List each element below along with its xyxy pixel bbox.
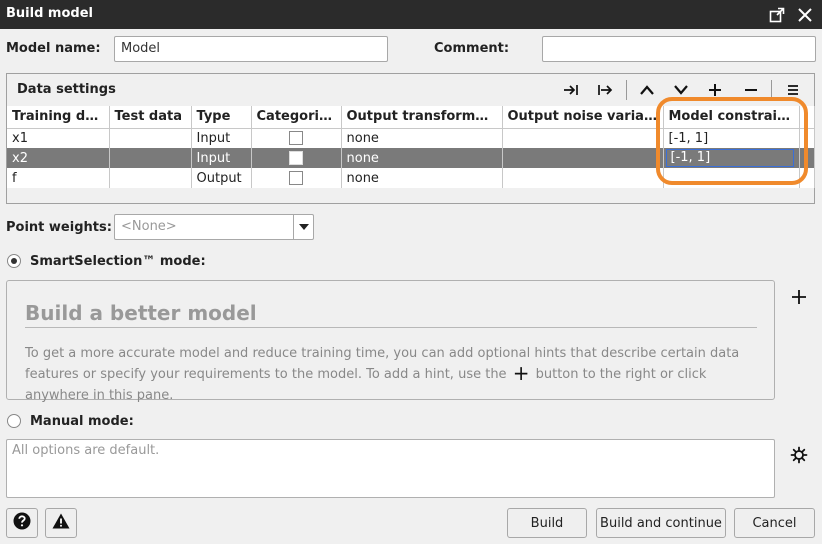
output-transformation-cell[interactable]: none [341,148,503,168]
smart-pane-heading: Build a better model [25,301,257,325]
window-title: Build model [6,6,93,21]
categorical-checkbox[interactable] [289,171,303,185]
model-constraints-cell[interactable]: [-1, 1] [663,148,800,168]
toolbar-separator [626,80,627,100]
categorical-checkbox[interactable] [289,131,303,146]
test-data-cell[interactable] [109,148,192,168]
point-weights-select[interactable]: <None> [114,214,314,240]
add-row-icon[interactable] [703,80,727,100]
column-header[interactable]: Output noise variance [502,106,664,129]
point-weights-label: Point weights: [6,220,112,235]
output-noise-variance-cell[interactable] [502,168,664,188]
point-weights-value: <None> [121,219,177,234]
training-data-cell[interactable]: x1 [7,128,110,148]
manual-mode-label: Manual mode: [30,414,134,429]
column-header[interactable]: Output transformati… [341,106,503,129]
categorical-cell [251,168,342,188]
training-data-cell[interactable]: x2 [7,148,110,168]
column-header[interactable]: Categorical [251,106,342,129]
row-filler [799,168,815,188]
column-header[interactable]: Model constraints [663,106,800,129]
title-bar: Build model [0,0,822,29]
comment-input[interactable] [542,36,816,62]
type-cell[interactable]: Output [191,168,252,188]
categorical-cell [251,148,342,168]
add-hint-plus-icon[interactable] [788,286,810,308]
plus-icon: + [512,361,530,385]
test-data-cell[interactable] [109,168,192,188]
help-button[interactable] [6,508,38,538]
smartselection-hints-pane[interactable]: Build a better model To get a more accur… [6,280,775,403]
type-cell[interactable]: Input [191,148,252,168]
data-settings-title: Data settings [17,82,116,97]
warning-icon [52,513,70,533]
pop-out-icon[interactable] [766,4,788,26]
test-data-cell[interactable] [109,128,192,148]
move-to-start-icon[interactable] [593,80,617,100]
model-name-label: Model name: [6,41,101,56]
table-header-row: Training data Test data Type Categorical… [7,106,815,129]
manual-mode-radio[interactable] [7,414,21,428]
model-constraints-focused[interactable]: [-1, 1] [665,149,794,167]
cancel-button[interactable]: Cancel [734,508,815,538]
move-up-icon[interactable] [635,80,659,100]
training-data-cell[interactable]: f [7,168,110,188]
gear-icon[interactable] [788,444,810,466]
row-filler [799,128,815,148]
build-button[interactable]: Build [507,508,587,538]
output-transformation-cell[interactable]: none [341,168,503,188]
move-down-icon[interactable] [669,80,693,100]
close-icon[interactable] [794,4,816,26]
output-transformation-cell[interactable]: none [341,128,503,148]
data-settings-table: Training data Test data Type Categorical… [7,106,815,188]
manual-options-text: All options are default. [12,443,160,458]
model-constraints-cell[interactable] [663,168,800,188]
manual-options-pane[interactable]: All options are default. [6,439,775,498]
output-noise-variance-cell[interactable] [502,148,664,168]
column-header[interactable]: Type [191,106,252,129]
output-noise-variance-cell[interactable] [502,128,664,148]
categorical-cell [251,128,342,148]
type-cell[interactable]: Input [191,128,252,148]
data-settings-panel: Data settings Training data Test data Ty… [6,73,815,204]
row-filler [799,148,815,168]
column-header-filler [799,106,815,129]
comment-label: Comment: [434,41,510,56]
categorical-checkbox[interactable] [289,151,303,165]
remove-row-icon[interactable] [739,80,763,100]
smartselection-mode-radio[interactable] [7,254,21,268]
warning-button[interactable] [45,508,77,538]
build-and-continue-button[interactable]: Build and continue [596,508,726,538]
move-to-end-icon[interactable] [559,80,583,100]
menu-icon[interactable] [781,80,805,100]
model-name-input[interactable]: Model [114,36,388,62]
column-header[interactable]: Test data [109,106,192,129]
smartselection-mode-label: SmartSelection™ mode: [30,254,206,269]
table-row[interactable]: x1 Input none [-1, 1] [7,128,815,148]
divider [25,327,757,328]
smart-pane-description: To get a more accurate model and reduce … [25,343,765,406]
table-row-selected[interactable]: x2 Input none [-1, 1] [7,148,815,168]
toolbar-separator [771,80,772,100]
help-icon [13,512,31,534]
chevron-down-icon[interactable] [293,215,313,239]
column-header[interactable]: Training data [7,106,110,129]
table-row[interactable]: f Output none [7,168,815,188]
model-constraints-cell[interactable]: [-1, 1] [663,128,800,148]
